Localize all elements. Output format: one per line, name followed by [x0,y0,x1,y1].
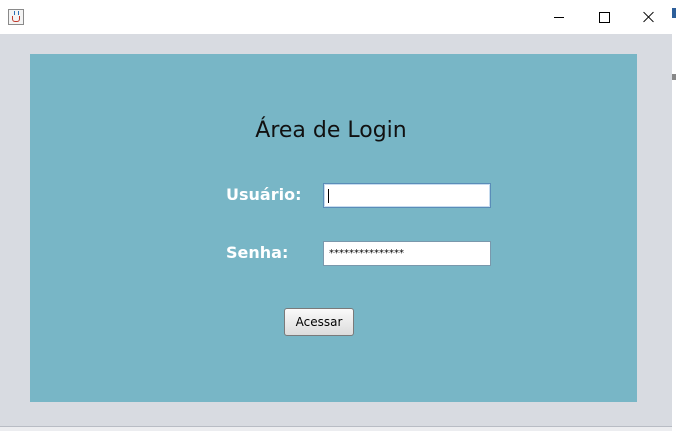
background-fragment [672,74,676,80]
java-cup-icon[interactable] [8,9,24,25]
username-input[interactable] [323,183,491,208]
minimize-icon [554,16,564,18]
login-window: Área de Login Usuário: Senha: **********… [0,0,673,431]
username-label: Usuário: [226,185,302,204]
background-fragment [672,8,676,18]
login-title: Área de Login [255,118,407,143]
maximize-button[interactable] [581,0,627,34]
window-bottom-edge [0,426,672,431]
close-button[interactable] [626,0,672,34]
close-icon [643,11,655,23]
minimize-button[interactable] [536,0,582,34]
login-panel: Área de Login Usuário: Senha: **********… [30,54,637,402]
password-label: Senha: [226,243,289,262]
password-input[interactable]: *************** [323,241,491,266]
background-window [672,0,676,430]
maximize-icon [598,11,610,23]
acessar-button[interactable]: Acessar [284,308,354,336]
password-mask: *************** [329,248,404,259]
text-caret [328,189,329,203]
title-bar[interactable] [0,0,672,34]
